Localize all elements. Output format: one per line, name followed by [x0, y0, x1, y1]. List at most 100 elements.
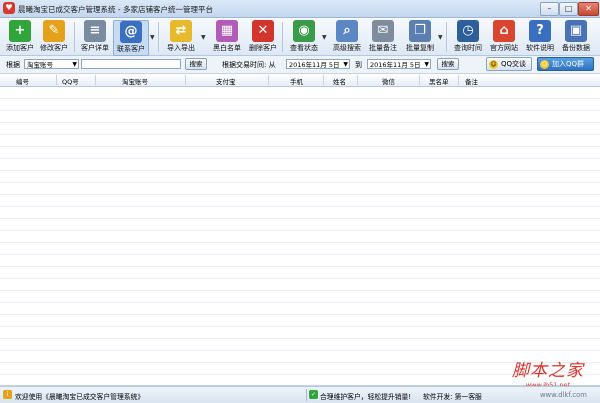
toolbar-separator [446, 22, 447, 52]
column-divider[interactable] [268, 75, 269, 85]
import-export-label: 导入导出 [167, 44, 195, 52]
status-bar: i 欢迎使用《晨曦淘宝已成交客户管理系统》 ✓ 合理维护客户，轻松提升销量! 软… [0, 386, 600, 403]
status-tip: 合理维护客户，轻松提升销量! [320, 393, 412, 401]
batch-copy-button[interactable]: ❐ 批量复制 [403, 20, 437, 54]
column-divider[interactable] [323, 75, 324, 85]
import-dropdown-arrow[interactable]: ▼ [201, 34, 206, 41]
minimize-button[interactable]: – [540, 2, 559, 16]
advanced-search-label: 高级搜索 [333, 44, 361, 52]
column-divider[interactable] [185, 75, 186, 85]
copy-icon: ❐ [409, 20, 431, 42]
advanced-search-button[interactable]: ⌕ 高级搜索 [330, 20, 364, 54]
toolbar-separator [158, 22, 159, 52]
date-to-value: 2016年11月 5日 [370, 61, 421, 69]
column-header-name[interactable]: 姓名 [333, 76, 346, 86]
contact-customer-button[interactable]: @ 联系客户 [113, 20, 149, 56]
search-bar: 根据 淘宝账号 ▼ 搜索 根据交易时间: 从 2016年11月 5日 ▼ 到 2… [0, 56, 600, 74]
search-icon: ⌕ [336, 20, 358, 42]
document-icon: ≡ [84, 20, 106, 42]
toolbar: + 添加客户 ✎ 修改客户 ≡ 客户详单 @ 联系客户 ▼ ⇄ 导入导出 ▼ ▦… [0, 18, 600, 56]
column-divider[interactable] [95, 75, 96, 85]
batch-note-button[interactable]: ✉ 批量备注 [366, 20, 400, 54]
column-divider[interactable] [419, 75, 420, 85]
qq-chat-label: QQ交谈 [501, 60, 527, 68]
toolbar-separator [282, 22, 283, 52]
customer-table[interactable]: 编号 QQ号 淘宝账号 支付宝 手机 姓名 微信 黑名单 备注 [0, 74, 600, 386]
close-button[interactable]: ✕ [578, 2, 599, 16]
add-customer-button[interactable]: + 添加客户 [3, 20, 37, 54]
join-qq-group-button[interactable]: ☺ 加入QQ群 [537, 57, 594, 71]
query-time-label: 查询时间 [454, 44, 482, 52]
join-qq-group-label: 加入QQ群 [552, 60, 585, 68]
contact-customer-label: 联系客户 [117, 45, 145, 53]
qq-chat-button[interactable]: ☺ QQ交谈 [486, 57, 532, 71]
contact-dropdown-arrow[interactable]: ▼ [150, 34, 155, 41]
column-header-phone[interactable]: 手机 [290, 76, 303, 86]
search-by-label: 根据 [6, 61, 20, 69]
copy-dropdown-arrow[interactable]: ▼ [438, 34, 443, 41]
column-divider[interactable] [458, 75, 459, 85]
watermark-main: 脚本之家 [512, 361, 584, 381]
column-header-taobao[interactable]: 淘宝账号 [122, 76, 148, 86]
add-icon: + [9, 20, 31, 42]
add-customer-label: 添加客户 [6, 44, 34, 52]
table-body[interactable] [0, 87, 600, 385]
blackwhite-list-label: 黑白名单 [213, 44, 241, 52]
status-url[interactable]: www.dlkf.com [540, 391, 587, 399]
list-icon: ▦ [216, 20, 238, 42]
chevron-down-icon: ▼ [343, 61, 348, 68]
view-status-label: 查看状态 [290, 44, 318, 52]
edit-customer-label: 修改客户 [40, 44, 68, 52]
batch-copy-label: 批量复制 [406, 44, 434, 52]
status-developer: 软件开发: 第一客服 [423, 393, 482, 401]
column-divider[interactable] [56, 75, 57, 85]
date-from-value: 2016年11月 5日 [289, 61, 340, 69]
column-header-alipay[interactable]: 支付宝 [216, 76, 236, 86]
toolbar-separator [74, 22, 75, 52]
edit-customer-button[interactable]: ✎ 修改客户 [37, 20, 71, 54]
official-site-label: 官方网站 [490, 44, 518, 52]
save-icon: ▣ [565, 20, 587, 42]
tip-icon: ✓ [309, 390, 318, 399]
status-dropdown-arrow[interactable]: ▼ [322, 34, 327, 41]
blackwhite-list-button[interactable]: ▦ 黑白名单 [210, 20, 244, 54]
search-field-select[interactable]: 淘宝账号 ▼ [24, 59, 79, 69]
software-help-button[interactable]: ? 软件说明 [523, 20, 557, 54]
view-status-button[interactable]: ◉ 查看状态 [287, 20, 321, 54]
official-site-button[interactable]: ⌂ 官方网站 [487, 20, 521, 54]
edit-icon: ✎ [43, 20, 65, 42]
info-icon: i [3, 390, 12, 399]
folder-icon: ⇄ [170, 20, 192, 42]
home-icon: ⌂ [493, 20, 515, 42]
column-header-wechat[interactable]: 微信 [382, 76, 395, 86]
search-button[interactable]: 搜索 [185, 58, 207, 70]
delete-icon: ✕ [252, 20, 274, 42]
delete-customer-label: 删除客户 [249, 44, 277, 52]
query-time-button[interactable]: ◷ 查询时间 [451, 20, 485, 54]
customer-detail-button[interactable]: ≡ 客户详单 [78, 20, 112, 54]
date-from-picker[interactable]: 2016年11月 5日 ▼ [286, 59, 350, 69]
maximize-button[interactable]: □ [559, 2, 578, 16]
title-bar: ♥ 晨曦淘宝已成交客户管理系统 - 多家店铺客户统一管理平台 – □ ✕ [0, 0, 600, 18]
trade-time-label: 根据交易时间: 从 [222, 61, 276, 69]
column-header-note[interactable]: 备注 [465, 76, 478, 86]
chevron-down-icon: ▼ [424, 61, 429, 68]
backup-data-button[interactable]: ▣ 备份数据 [559, 20, 593, 54]
date-to-label: 到 [355, 61, 362, 69]
column-divider[interactable] [357, 75, 358, 85]
column-header-qq[interactable]: QQ号 [62, 76, 79, 86]
column-header-id[interactable]: 编号 [16, 76, 29, 86]
backup-data-label: 备份数据 [562, 44, 590, 52]
status-icon: ◉ [293, 20, 315, 42]
search-input[interactable] [81, 59, 181, 69]
customer-detail-label: 客户详单 [81, 44, 109, 52]
date-to-picker[interactable]: 2016年11月 5日 ▼ [367, 59, 431, 69]
search-field-value: 淘宝账号 [27, 61, 53, 69]
delete-customer-button[interactable]: ✕ 删除客户 [246, 20, 280, 54]
window-title: 晨曦淘宝已成交客户管理系统 - 多家店铺客户统一管理平台 [18, 5, 213, 14]
import-export-button[interactable]: ⇄ 导入导出 [164, 20, 198, 54]
batch-note-label: 批量备注 [369, 44, 397, 52]
column-header-blacklist[interactable]: 黑名单 [429, 76, 449, 86]
help-icon: ? [529, 20, 551, 42]
date-search-button[interactable]: 搜索 [437, 58, 459, 70]
